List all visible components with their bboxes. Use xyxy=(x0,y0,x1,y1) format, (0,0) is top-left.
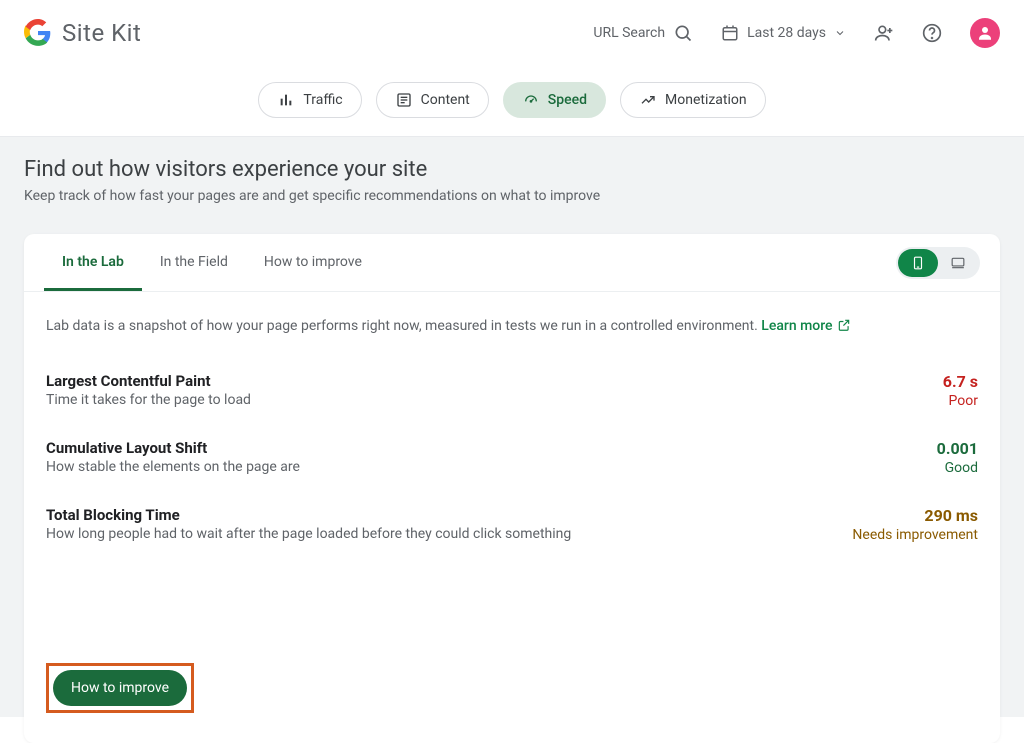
calendar-icon xyxy=(721,24,739,42)
metric-rating: Needs improvement xyxy=(852,527,978,543)
nav-speed[interactable]: Speed xyxy=(503,82,606,118)
card-tabs: In the Lab In the Field How to improve xyxy=(44,234,380,291)
lab-description: Lab data is a snapshot of how your page … xyxy=(46,318,978,336)
learn-more-label: Learn more xyxy=(761,318,832,334)
metric-value: 0.001 xyxy=(937,439,978,458)
date-range-picker[interactable]: Last 28 days xyxy=(721,24,846,42)
tab-lab-label: In the Lab xyxy=(62,254,124,270)
metric-left: Largest Contentful Paint Time it takes f… xyxy=(46,372,251,408)
metric-rating: Poor xyxy=(943,393,978,409)
nav-monetization[interactable]: Monetization xyxy=(620,82,766,118)
metric-title: Total Blocking Time xyxy=(46,506,571,524)
metric-title: Largest Contentful Paint xyxy=(46,372,251,390)
card-tabs-row: In the Lab In the Field How to improve xyxy=(24,234,1000,292)
nav-speed-label: Speed xyxy=(548,92,587,108)
content-icon xyxy=(395,91,413,109)
metric-left: Cumulative Layout Shift How stable the e… xyxy=(46,439,300,475)
app-title: Site Kit xyxy=(62,19,141,47)
page-title: Find out how visitors experience your si… xyxy=(24,157,1000,182)
tab-improve-label: How to improve xyxy=(264,254,362,270)
metric-row-cls: Cumulative Layout Shift How stable the e… xyxy=(46,439,978,476)
how-btn-label: How to improve xyxy=(71,680,169,696)
nav-monetization-label: Monetization xyxy=(665,92,747,108)
how-to-improve-highlight: How to improve xyxy=(46,663,194,713)
metric-value: 6.7 s xyxy=(943,372,978,391)
learn-more-link[interactable]: Learn more xyxy=(761,318,850,334)
person-add-icon xyxy=(874,23,894,43)
how-to-improve-button[interactable]: How to improve xyxy=(53,670,187,706)
nav-traffic[interactable]: Traffic xyxy=(258,82,361,118)
metric-rating: Good xyxy=(937,460,978,476)
help-icon xyxy=(922,23,942,43)
person-icon xyxy=(976,24,994,42)
metric-subtitle: How long people had to wait after the pa… xyxy=(46,526,571,542)
metric-row-lcp: Largest Contentful Paint Time it takes f… xyxy=(46,372,978,409)
device-desktop-button[interactable] xyxy=(938,249,978,277)
trending-icon xyxy=(639,91,657,109)
top-header: Site Kit URL Search Last 28 days xyxy=(0,0,1024,66)
url-search[interactable]: URL Search xyxy=(593,23,693,43)
device-toggle xyxy=(896,247,980,279)
search-icon xyxy=(673,23,693,43)
chevron-down-icon xyxy=(834,27,846,39)
header-right: URL Search Last 28 days xyxy=(593,18,1000,48)
header-left: Site Kit xyxy=(24,19,141,47)
card-body: Lab data is a snapshot of how your page … xyxy=(24,292,1000,743)
google-logo-icon xyxy=(24,19,52,47)
nav-content-label: Content xyxy=(421,92,470,108)
external-link-icon xyxy=(837,318,851,336)
tab-how-to-improve[interactable]: How to improve xyxy=(246,234,380,291)
nav-pills: Traffic Content Speed Monetization xyxy=(0,66,1024,137)
metric-value: 290 ms xyxy=(852,506,978,525)
bar-chart-icon xyxy=(277,91,295,109)
page-body: Find out how visitors experience your si… xyxy=(0,137,1024,717)
date-range-label: Last 28 days xyxy=(747,25,826,41)
speed-card: In the Lab In the Field How to improve xyxy=(24,234,1000,743)
nav-content[interactable]: Content xyxy=(376,82,489,118)
add-user-button[interactable] xyxy=(874,23,894,43)
url-search-label: URL Search xyxy=(593,25,665,41)
metric-row-tbt: Total Blocking Time How long people had … xyxy=(46,506,978,543)
lab-desc-text: Lab data is a snapshot of how your page … xyxy=(46,318,761,334)
metric-subtitle: Time it takes for the page to load xyxy=(46,392,251,408)
metric-subtitle: How stable the elements on the page are xyxy=(46,459,300,475)
tab-in-the-lab[interactable]: In the Lab xyxy=(44,234,142,291)
page-subtitle: Keep track of how fast your pages are an… xyxy=(24,188,1000,204)
tab-in-the-field[interactable]: In the Field xyxy=(142,234,246,291)
metric-right: 6.7 s Poor xyxy=(943,372,978,409)
mobile-icon xyxy=(911,254,925,272)
metric-left: Total Blocking Time How long people had … xyxy=(46,506,571,542)
metric-right: 290 ms Needs improvement xyxy=(852,506,978,543)
nav-traffic-label: Traffic xyxy=(303,92,342,108)
help-button[interactable] xyxy=(922,23,942,43)
tab-field-label: In the Field xyxy=(160,254,228,270)
metric-right: 0.001 Good xyxy=(937,439,978,476)
avatar[interactable] xyxy=(970,18,1000,48)
speed-icon xyxy=(522,91,540,109)
device-mobile-button[interactable] xyxy=(898,249,938,277)
metric-title: Cumulative Layout Shift xyxy=(46,439,300,457)
desktop-icon xyxy=(949,256,967,270)
